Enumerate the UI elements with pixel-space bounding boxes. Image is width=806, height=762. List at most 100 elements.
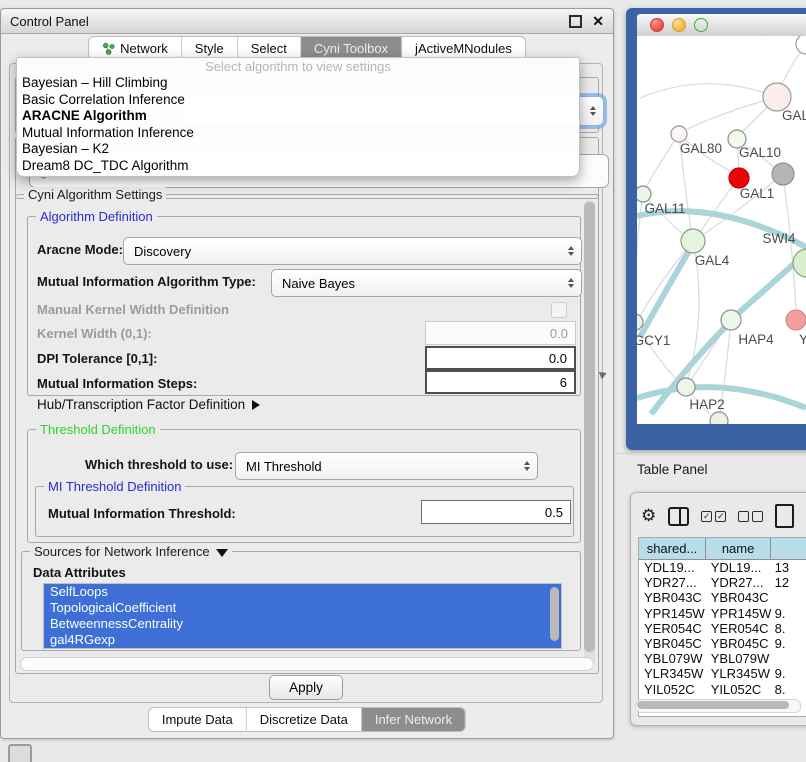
table-horizontal-scrollbar-thumb[interactable] [637,701,789,709]
close-traffic-light-icon[interactable] [650,18,664,32]
list-vertical-scrollbar-thumb[interactable] [550,587,559,641]
checked-box-icon: ✓ [701,511,712,522]
mi-threshold-field[interactable]: 0.5 [421,500,571,524]
network-window-titlebar[interactable] [637,14,806,37]
algorithm-option[interactable]: Bayesian – K2 [17,141,579,158]
document-icon[interactable] [775,504,794,528]
table-row[interactable]: YER054CYER054C8. [639,621,806,636]
tab-infer-network[interactable]: Infer Network [362,708,465,731]
column-header-shared-name[interactable]: shared... [639,538,706,559]
cyni-algorithm-settings-title: Cyni Algorithm Settings [24,187,166,202]
aracne-mode-combo[interactable]: Discovery [123,237,582,265]
table-row[interactable]: YLR345WYLR345W9. [639,666,806,681]
which-threshold-label: Which threshold to use: [85,456,233,474]
unchecked-box-icon [738,511,749,522]
network-node[interactable] [793,249,806,277]
table-panel-window: ⚙ ✓ ✓ shared... name YDL19...YDL19...13 … [630,492,806,726]
algorithm-option[interactable]: Mutual Information Inference [17,125,579,142]
network-node[interactable] [772,163,794,185]
control-panel-title: Control Panel [10,14,569,29]
data-attributes-list[interactable]: SelfLoops TopologicalCoefficient Between… [43,583,562,649]
list-item[interactable]: BetweennessCentrality [44,616,561,632]
float-window-icon[interactable] [569,15,582,28]
network-node[interactable] [677,378,695,396]
checked-box-icon: ✓ [715,511,726,522]
mi-algorithm-type-combo[interactable]: Naive Bayes [271,269,582,297]
settings-horizontal-scrollbar[interactable] [20,657,594,671]
dpi-tolerance-label: DPI Tolerance [0,1]: [37,350,157,368]
table-row[interactable]: YDL19...YDL19...13 [639,560,806,575]
table-row[interactable]: YPR145WYPR145W9. [639,606,806,621]
close-icon[interactable]: ✕ [592,14,604,28]
which-threshold-combo[interactable]: MI Threshold [235,452,538,480]
network-node[interactable] [786,310,806,330]
kernel-width-label: Kernel Width (0,1): [37,325,152,343]
tab-impute-data[interactable]: Impute Data [149,708,247,731]
kernel-width-field[interactable]: 0.0 [425,321,576,345]
network-node[interactable] [681,229,705,253]
list-item[interactable]: gal4RGexp [44,632,561,648]
network-canvas-svg[interactable]: GALGAL80GAL10GAL1GAL11GAL4SWI4HAP4YGCY1H… [637,36,806,424]
network-node[interactable] [637,186,651,202]
network-node-label: GAL1 [740,186,775,201]
mi-algorithm-type-label: Mutual Information Algorithm Type: [37,273,256,291]
control-panel-titlebar[interactable]: Control Panel ✕ [1,9,613,34]
network-node-label: Y [799,332,806,347]
table-row[interactable]: YBL079WYBL079W [639,651,806,666]
list-item[interactable]: TopologicalCoefficient [44,600,561,616]
threshold-definition-group: Threshold Definition Which threshold to … [27,429,581,543]
network-node-label: GCY1 [637,333,670,348]
network-canvas[interactable]: GALGAL80GAL10GAL1GAL11GAL4SWI4HAP4YGCY1H… [637,36,806,424]
list-item[interactable]: SelfLoops [44,584,561,600]
table-panel-title: Table Panel [637,462,708,477]
dpi-tolerance-field[interactable]: 0.0 [425,346,576,370]
table-row[interactable]: YBR045CYBR045C9. [639,636,806,651]
collapsed-panel-button[interactable] [8,744,32,762]
network-view-window[interactable]: GALGAL80GAL10GAL1GAL11GAL4SWI4HAP4YGCY1H… [626,8,806,450]
settings-vertical-scrollbar-thumb[interactable] [584,202,595,652]
hub-definition-toggle[interactable]: Hub/Transcription Factor Definition [37,397,260,412]
table-row[interactable]: YDR27...YDR27...12 [639,575,806,590]
sources-group-title: Sources for Network Inference [30,544,232,559]
network-node[interactable] [721,310,741,330]
deselect-all-icon[interactable] [738,511,763,522]
algorithm-option[interactable]: Bayesian – Hill Climbing [17,75,579,92]
algorithm-option[interactable]: Basic Correlation Inference [17,92,579,109]
table-horizontal-scrollbar[interactable] [635,699,801,713]
expand-right-icon [252,400,260,410]
network-icon [102,42,115,55]
aracne-mode-value: Discovery [134,244,191,259]
network-node-label: HAP2 [689,397,724,412]
apply-button[interactable]: Apply [269,675,343,700]
algorithm-definition-title: Algorithm Definition [36,209,157,224]
select-all-icon[interactable]: ✓ ✓ [701,511,726,522]
settings-vertical-scrollbar[interactable] [584,200,595,666]
zoom-traffic-light-icon[interactable] [694,18,708,32]
table-row[interactable]: YIL052CYIL052C8. [639,682,806,697]
column-header-name[interactable]: name [706,538,771,559]
network-node[interactable] [671,126,687,142]
manual-kernel-width-checkbox[interactable] [551,302,567,318]
mi-threshold-label: Mutual Information Threshold: [48,505,236,523]
network-node[interactable] [763,83,791,111]
algorithm-option[interactable]: Dream8 DC_TDC Algorithm [17,158,579,175]
table-row[interactable]: YBR043CYBR043C [639,590,806,605]
combo-stepper-icon [590,106,596,116]
mi-threshold-group-title: MI Threshold Definition [44,479,185,494]
algorithm-definition-group: Algorithm Definition Aracne Mode: Discov… [27,216,581,396]
combo-stepper-icon [568,278,574,288]
network-node[interactable] [796,36,806,54]
network-node[interactable] [710,412,728,424]
network-node-label: GAL4 [695,253,730,268]
algorithm-option-selected[interactable]: ARACNE Algorithm [17,108,579,125]
panel-divider [613,453,806,454]
minimize-traffic-light-icon[interactable] [672,18,686,32]
columns-icon[interactable] [668,507,689,526]
network-node[interactable] [729,168,749,188]
network-edge [646,134,679,187]
network-node-label: GAL [782,108,806,123]
tab-discretize-data[interactable]: Discretize Data [247,708,362,731]
gear-icon[interactable]: ⚙ [641,508,656,525]
mi-steps-field[interactable]: 6 [425,370,576,394]
column-header-cut[interactable] [771,538,806,559]
